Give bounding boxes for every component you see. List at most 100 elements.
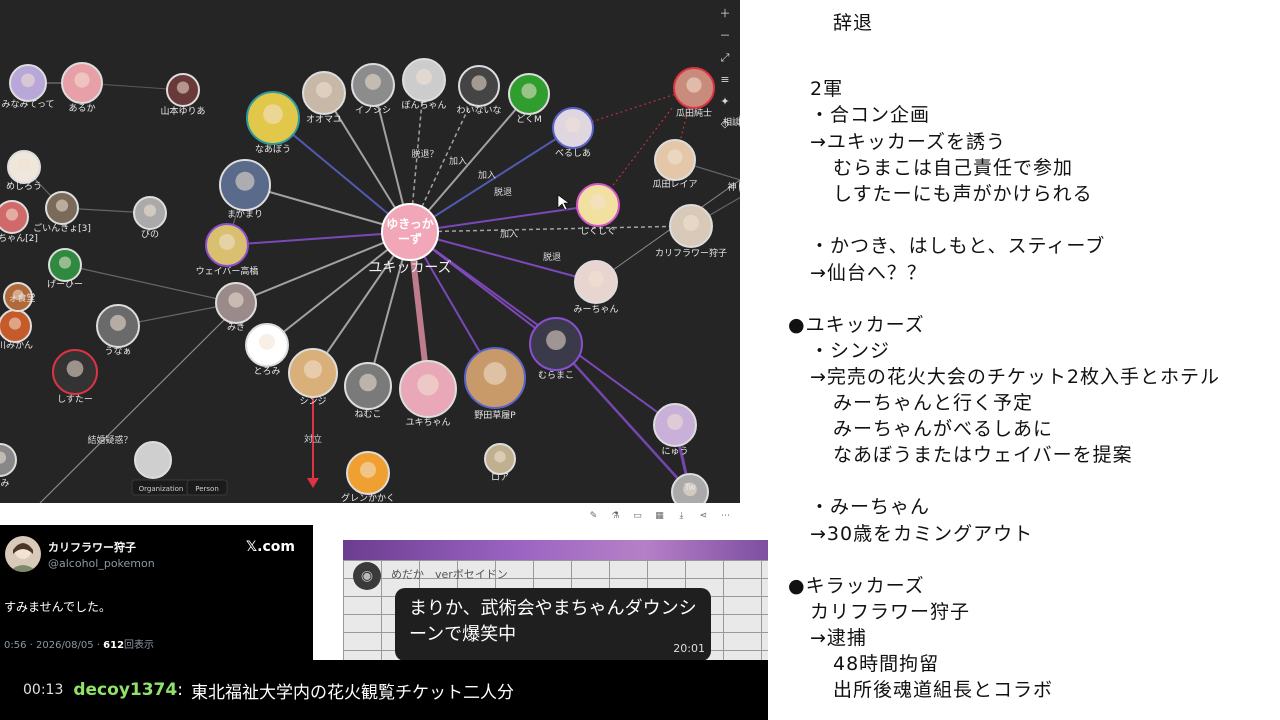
edge [39, 317, 227, 503]
node-label: しくしぐ [580, 226, 616, 237]
video-frame[interactable]: ◉ めだか verボセイドン まりか、武術会やまちゃんダウンシーンで爆笑中 20… [343, 540, 768, 660]
avatar [5, 536, 41, 572]
chat-icon[interactable]: ▭ [632, 511, 643, 522]
note-line: ●ユキッカーズ [788, 314, 925, 336]
graph-node[interactable]: グレンかかく [341, 451, 395, 503]
note-line: ・かつき、はしもと、スティーブ [810, 235, 1106, 257]
graph-node[interactable]: まがまり [219, 159, 271, 220]
graph-node[interactable]: シンジ [288, 348, 338, 407]
note-line: →仙台へ？？ [810, 262, 927, 284]
download-icon[interactable]: ⤓ [676, 511, 687, 522]
zoom-out-icon[interactable]: － [717, 28, 733, 44]
edge-label: 対立 [304, 433, 322, 445]
grid-icon[interactable]: ▦ [654, 511, 665, 522]
graph-node[interactable]: むらまこ [529, 317, 583, 381]
note-line: みーちゃんがべるしあに [833, 418, 1054, 440]
legend-label: Organization [139, 485, 184, 493]
graph-node[interactable]: 神 [727, 166, 740, 206]
note-line: 出所後魂道組長とコラボ [833, 679, 1054, 701]
graph-node[interactable]: み [0, 443, 17, 489]
note-line: カリフラワー狩子 [810, 601, 971, 623]
graph-node[interactable]: ぼんちゃん [401, 58, 447, 111]
graph-node[interactable]: みなみてって [1, 64, 55, 110]
node-label: Tw [683, 483, 695, 493]
graph-node[interactable]: うなぁ [96, 304, 140, 357]
graph-node[interactable]: ねむこ [344, 362, 392, 420]
edge-label: 脱退？ [411, 148, 438, 160]
graph-node[interactable]: みき [215, 282, 257, 333]
settings-icon[interactable]: ◇ [717, 116, 733, 132]
graph-node[interactable]: 瓜田純士 [673, 67, 715, 119]
hub-logo-text: ーず [398, 231, 422, 246]
node-face-icon [667, 413, 683, 430]
edge-label: 加入 [449, 156, 467, 167]
graph-node[interactable]: あるか [61, 62, 103, 114]
node-face-icon [259, 333, 275, 350]
node-label: 野田草履P [474, 409, 516, 421]
graph-node[interactable]: 野田草履P [464, 347, 526, 421]
graph-node[interactable]: べるしあ [552, 107, 594, 159]
graph-node[interactable]: どくM [508, 73, 550, 125]
screen: 脱退？ 加入 加入 脱退 加入 脱退 対立 結婚疑惑？ みなみてって あるか 山本ゆりあ オオマユ イノ… [0, 0, 1280, 720]
graph-node[interactable]: 川みかん [0, 309, 33, 351]
graph-node[interactable]: みーちゃん [573, 260, 619, 315]
node-face-icon [494, 451, 506, 463]
tweet-card[interactable]: カリフラワー狩子 @alcohol_pokemon 𝕏.com すみませんでした… [0, 525, 313, 660]
graph-node[interactable]: ごいんきょ[3] [33, 191, 91, 234]
graph-node[interactable]: オオマユ [302, 71, 346, 125]
node-label: ごいんきょ[3] [33, 222, 91, 234]
graph-node[interactable]: しくしぐ [576, 183, 620, 237]
more-icon[interactable]: ⋯ [720, 511, 731, 522]
graph-node[interactable]: ぴの [133, 196, 167, 240]
node-face-icon [176, 81, 190, 94]
share-icon[interactable]: ⋖ [698, 511, 709, 522]
graph-node[interactable]: ロア [484, 443, 516, 483]
tweet-text: すみませんでした。 [4, 600, 112, 614]
note-line: 2軍 [810, 78, 844, 100]
filter-icon[interactable]: ≡ [717, 72, 733, 88]
organization-node[interactable] [134, 441, 172, 479]
edit-icon[interactable]: ✎ [588, 511, 599, 522]
node-face-icon [546, 330, 566, 350]
graph-node[interactable]: しすたー [52, 349, 98, 405]
graph-node[interactable]: 瓜田レイア [652, 139, 698, 190]
relationship-graph[interactable]: 脱退？加入加入脱退加入脱退対立結婚疑惑？みなみてって あるか 山本ゆりあオオマユイノ… [0, 0, 740, 503]
graph-node[interactable]: にゅう [653, 403, 697, 457]
graph-node[interactable]: Tw [671, 473, 709, 503]
zoom-in-icon[interactable]: ＋ [717, 6, 733, 22]
graph-node[interactable]: なあぼう [246, 91, 300, 155]
node-label: にゅう [661, 446, 688, 457]
fit-icon[interactable]: ⤢ [717, 50, 733, 66]
graph-node[interactable]: とろみ [245, 323, 289, 377]
note-line: →30歳をカミングアウト [810, 523, 1034, 545]
relationship-graph-panel[interactable]: 脱退？ 加入 加入 脱退 加入 脱退 対立 結婚疑惑？ みなみてって あるか 山本ゆりあ オオマユ イノ… [0, 0, 740, 503]
graph-node[interactable]: ユキちゃん [399, 360, 457, 428]
layout-icon[interactable]: ✦ [717, 94, 733, 110]
graph-node[interactable]: ちゃん[2] [0, 200, 38, 244]
node-label: ちゃん[2] [0, 233, 38, 244]
graph-node[interactable]: わいないな [456, 65, 502, 116]
graph-node[interactable]: 山本ゆりあ [160, 73, 206, 117]
graph-node[interactable]: ウェイバー高橋 [196, 223, 259, 277]
flask-icon[interactable]: ⚗ [610, 511, 621, 522]
node-label: みーちゃん [573, 304, 618, 315]
node-face-icon [416, 68, 432, 85]
note-line: ・みーちゃん [810, 496, 931, 518]
graph-legend: Organization Person [131, 441, 228, 496]
edge-label: 加入 [478, 170, 496, 181]
node-face-icon [590, 193, 606, 210]
node-face-icon [21, 73, 35, 88]
node-face-icon [365, 73, 381, 90]
cursor-icon [557, 194, 570, 211]
graph-toolbar: ＋ － ⤢ ≡ ✦ ◇ [714, 6, 736, 132]
node-label: ぴの [141, 229, 159, 240]
graph-node[interactable]: めじろう [6, 150, 42, 192]
node-label: あるか [68, 103, 95, 114]
node-label: み [0, 478, 9, 489]
node-face-icon [74, 72, 90, 88]
graph-node[interactable]: ォ食堂 [3, 282, 36, 312]
comment-subtitle-bar: 00:13 decoy1374 : 東北福祉大学内の花火観覧チケット二人分 [0, 660, 768, 720]
node-label: みなみてって [1, 99, 54, 110]
graph-node[interactable]: イノシシ [351, 63, 395, 116]
graph-node[interactable]: げーひー [47, 248, 83, 290]
